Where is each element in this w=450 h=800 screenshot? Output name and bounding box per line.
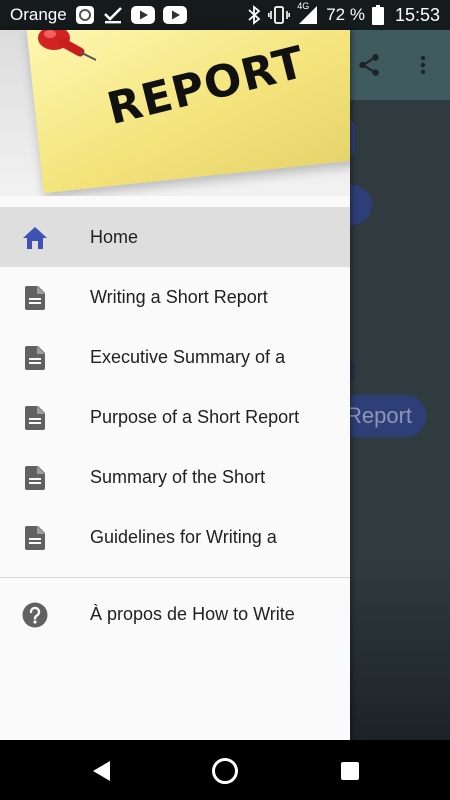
youtube-icon [162,6,187,24]
battery-icon [371,5,384,25]
drawer-item-summary[interactable]: Summary of the Short [0,447,350,507]
drawer-item-label: Summary of the Short [90,466,266,487]
drawer-header-image: REPORT [0,30,350,196]
bluetooth-icon [247,5,261,25]
recents-icon[interactable] [335,756,365,786]
drawer-item-label: Writing a Short Report [90,286,268,307]
document-icon [22,345,48,371]
help-icon [22,602,48,628]
drawer-item-label: Home [90,226,139,247]
drawer-item-home[interactable]: Home [0,207,350,267]
home-button-icon[interactable] [210,756,240,786]
drawer-item-purpose[interactable]: Purpose of a Short Report [0,387,350,447]
drawer-item-executive-summary[interactable]: Executive Summary of a [0,327,350,387]
pushpin-icon [36,30,106,71]
document-icon [22,405,48,431]
youtube-icon [130,6,155,24]
drawer-divider [0,577,350,578]
drawer-item-label: Executive Summary of a [90,346,286,367]
system-navigation-bar [0,740,450,800]
battery-percentage: 72 % [326,5,365,24]
document-icon [22,525,48,551]
drawer-item-label: À propos de How to Write [90,603,295,624]
drawer-item-writing-short-report[interactable]: Writing a Short Report [0,267,350,327]
carrier-name: Orange [10,5,67,24]
signal-icon: 4G [297,1,319,25]
clock: 15:53 [394,4,440,25]
report-note-text: REPORT [102,36,311,136]
home-icon [22,225,48,251]
drawer-item-label: Purpose of a Short Report [90,406,300,427]
vibrate-icon [268,5,291,25]
network-type-badge: 4G [297,1,310,11]
drawer-item-about[interactable]: À propos de How to Write [0,584,350,644]
background-button-text: Report [346,403,413,428]
drawer-menu: Home Writing a Short Report Executive Su… [0,207,350,567]
check-icon [103,6,123,24]
sim-app-icon [75,5,95,25]
navigation-drawer: REPORT Home Writing a Short Report Execu… [0,30,350,740]
drawer-item-guidelines[interactable]: Guidelines for Writing a [0,507,350,567]
share-icon[interactable] [352,48,386,82]
more-vert-icon[interactable] [406,48,440,82]
drawer-item-label: Guidelines for Writing a [90,526,277,547]
document-icon [22,285,48,311]
background-fade [350,560,450,740]
status-bar: Orange 4G 72 % 15:53 [0,0,450,30]
document-icon [22,465,48,491]
back-icon[interactable] [86,756,116,786]
